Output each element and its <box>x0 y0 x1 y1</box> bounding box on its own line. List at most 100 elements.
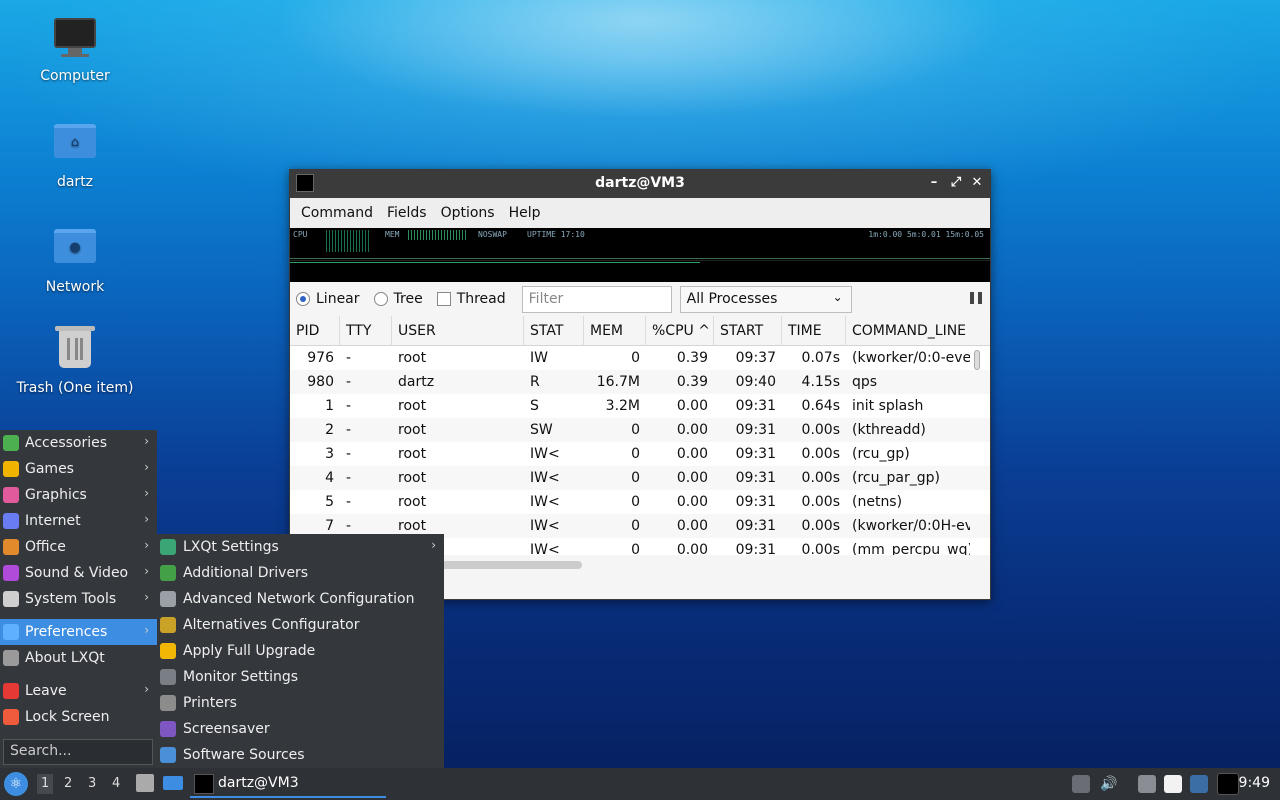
workspace-1[interactable]: 1 <box>37 774 54 794</box>
cell-tty: - <box>346 422 352 438</box>
minimize-button[interactable]: – <box>924 173 944 193</box>
load-average: 1m:0.00 5m:0.01 15m:0.05 <box>868 230 984 239</box>
cell-user: root <box>398 398 427 414</box>
thread-checkbox[interactable] <box>436 292 451 306</box>
column-stat[interactable]: STAT <box>524 315 584 346</box>
network-tray-icon[interactable] <box>1138 775 1156 793</box>
submenu-item-apply-full-upgrade[interactable]: Apply Full Upgrade <box>157 638 444 664</box>
tree-radio[interactable] <box>373 292 388 306</box>
filter-input[interactable]: Filter <box>521 285 672 313</box>
cell-user: dartz <box>398 374 435 390</box>
linear-radio[interactable] <box>296 292 310 306</box>
cell-start: 09:37 <box>735 350 776 366</box>
clipboard-icon[interactable] <box>1164 775 1182 793</box>
show-desktop-icon[interactable] <box>163 776 183 790</box>
menu-command[interactable]: Command <box>294 205 380 221</box>
menu-item-office[interactable]: Office › <box>0 534 157 560</box>
pause-icon[interactable] <box>970 292 982 304</box>
menu-item-label: Accessories <box>25 435 108 451</box>
view-tree-option[interactable]: Tree <box>373 291 423 307</box>
menu-item-label: Internet <box>25 513 81 529</box>
cell-tty: - <box>346 398 352 414</box>
uptime-value: 17:10 <box>560 230 585 239</box>
submenu-item-label: Printers <box>183 695 237 711</box>
submenu-item-advanced-network-configuration[interactable]: Advanced Network Configuration <box>157 586 444 612</box>
column-cpu[interactable]: %CPU ^ <box>646 315 714 346</box>
table-row[interactable]: 980- dartz R 16.7M 0.39 09:40 4.15s qps <box>290 370 990 394</box>
window-title: dartz@VM3 <box>595 175 685 191</box>
menu-search-input[interactable]: Search... <box>3 739 153 765</box>
menu-item-graphics[interactable]: Graphics › <box>0 482 157 508</box>
process-filter-select[interactable]: All Processes ⌄ <box>679 285 852 313</box>
window-titlebar[interactable]: dartz@VM3 – ⤢ ✕ <box>290 170 990 198</box>
removable-media-icon[interactable] <box>1072 775 1090 793</box>
view-linear-option[interactable]: Linear <box>296 291 360 307</box>
menu-item-about-lxqt[interactable]: About LXQt <box>0 645 157 671</box>
submenu-item-printers[interactable]: Printers <box>157 690 444 716</box>
table-row[interactable]: 2- root SW 0 0.00 09:31 0.00s (kthreadd) <box>290 418 990 442</box>
column-tty[interactable]: TTY <box>340 315 392 346</box>
desktop-icon-network[interactable]: ● Network <box>0 223 150 295</box>
column-command-line[interactable]: COMMAND_LINE <box>846 316 970 346</box>
column-mem[interactable]: MEM <box>584 315 646 346</box>
submenu-item-lxqt-settings[interactable]: LXQt Settings › <box>157 534 444 560</box>
toolbar: Linear Tree Thread Filter All Processes … <box>290 282 990 316</box>
terminal-tray-icon[interactable] <box>1217 773 1239 795</box>
file-manager-icon[interactable] <box>136 774 154 792</box>
process-filter-value: All Processes <box>686 290 778 307</box>
submenu-item-screensaver[interactable]: Screensaver <box>157 716 444 742</box>
desktop-icon-home[interactable]: ⌂ dartz <box>0 118 150 190</box>
submenu-item-software-sources[interactable]: Software Sources <box>157 742 444 768</box>
column-pid[interactable]: PID <box>290 315 340 346</box>
table-row[interactable]: 976- root IW 0 0.39 09:37 0.07s (kworker/0:0-ev… <box>290 346 990 370</box>
home-folder-icon: ⌂ <box>53 124 97 168</box>
submenu-item-monitor-settings[interactable]: Monitor Settings <box>157 664 444 690</box>
volume-icon[interactable]: 🔊 <box>1100 775 1118 793</box>
submenu-item-additional-drivers[interactable]: Additional Drivers <box>157 560 444 586</box>
table-row[interactable]: 4- root IW< 0 0.00 09:31 0.00s (rcu_par_gp) <box>290 466 990 490</box>
workspace-4[interactable]: 4 <box>112 776 120 791</box>
workspace-2[interactable]: 2 <box>64 776 72 791</box>
menu-item-leave[interactable]: Leave › <box>0 678 157 704</box>
clock[interactable]: 9:49 <box>1239 775 1270 791</box>
cell-stat: S <box>530 398 539 414</box>
menu-fields[interactable]: Fields <box>380 205 434 221</box>
cell-stat: IW< <box>530 446 560 462</box>
table-row[interactable]: 1- root S 3.2M 0.00 09:31 0.64s init splash <box>290 394 990 418</box>
workspace-3[interactable]: 3 <box>88 776 96 791</box>
graphics-icon <box>3 487 19 503</box>
menu-help[interactable]: Help <box>502 205 548 221</box>
desktop-icon-computer[interactable]: Computer <box>0 18 150 84</box>
submenu-item-alternatives-configurator[interactable]: Alternatives Configurator <box>157 612 444 638</box>
menu-item-internet[interactable]: Internet › <box>0 508 157 534</box>
start-menu-button[interactable]: ⚛ <box>4 772 28 796</box>
thread-option[interactable]: Thread <box>436 291 506 307</box>
menu-item-sound-video[interactable]: Sound & Video › <box>0 560 157 586</box>
menu-item-accessories[interactable]: Accessories › <box>0 430 157 456</box>
table-row[interactable]: 3- root IW< 0 0.00 09:31 0.00s (rcu_gp) <box>290 442 990 466</box>
close-button[interactable]: ✕ <box>967 173 987 193</box>
cell-tty: - <box>346 374 352 390</box>
column-user[interactable]: USER <box>392 315 524 346</box>
mem-label: MEM <box>385 230 400 239</box>
notification-icon[interactable] <box>1190 775 1208 793</box>
chevron-right-icon: › <box>144 682 149 696</box>
desktop-icon-trash[interactable]: Trash (One item) <box>0 326 150 396</box>
maximize-button[interactable]: ⤢ <box>946 173 966 193</box>
menu-item-games[interactable]: Games › <box>0 456 157 482</box>
cell-user: root <box>398 350 427 366</box>
taskbar-task-qps[interactable]: dartz@VM3 <box>190 770 386 798</box>
chevron-right-icon: › <box>431 538 436 552</box>
menu-item-system-tools[interactable]: System Tools › <box>0 586 157 612</box>
table-row[interactable]: 5- root IW< 0 0.00 09:31 0.00s (netns) <box>290 490 990 514</box>
cell-mem: 0 <box>631 518 640 534</box>
column-start[interactable]: START <box>714 315 782 346</box>
menu-options[interactable]: Options <box>434 205 502 221</box>
desktop-icon-label: dartz <box>56 174 94 190</box>
menu-item-lock-screen[interactable]: Lock Screen <box>0 704 157 730</box>
menu-item-preferences[interactable]: Preferences › <box>0 619 157 645</box>
vertical-scrollbar[interactable] <box>974 350 980 370</box>
cell-stat: IW< <box>530 518 560 534</box>
horizontal-scrollbar[interactable] <box>440 561 582 569</box>
column-time[interactable]: TIME <box>782 315 846 346</box>
